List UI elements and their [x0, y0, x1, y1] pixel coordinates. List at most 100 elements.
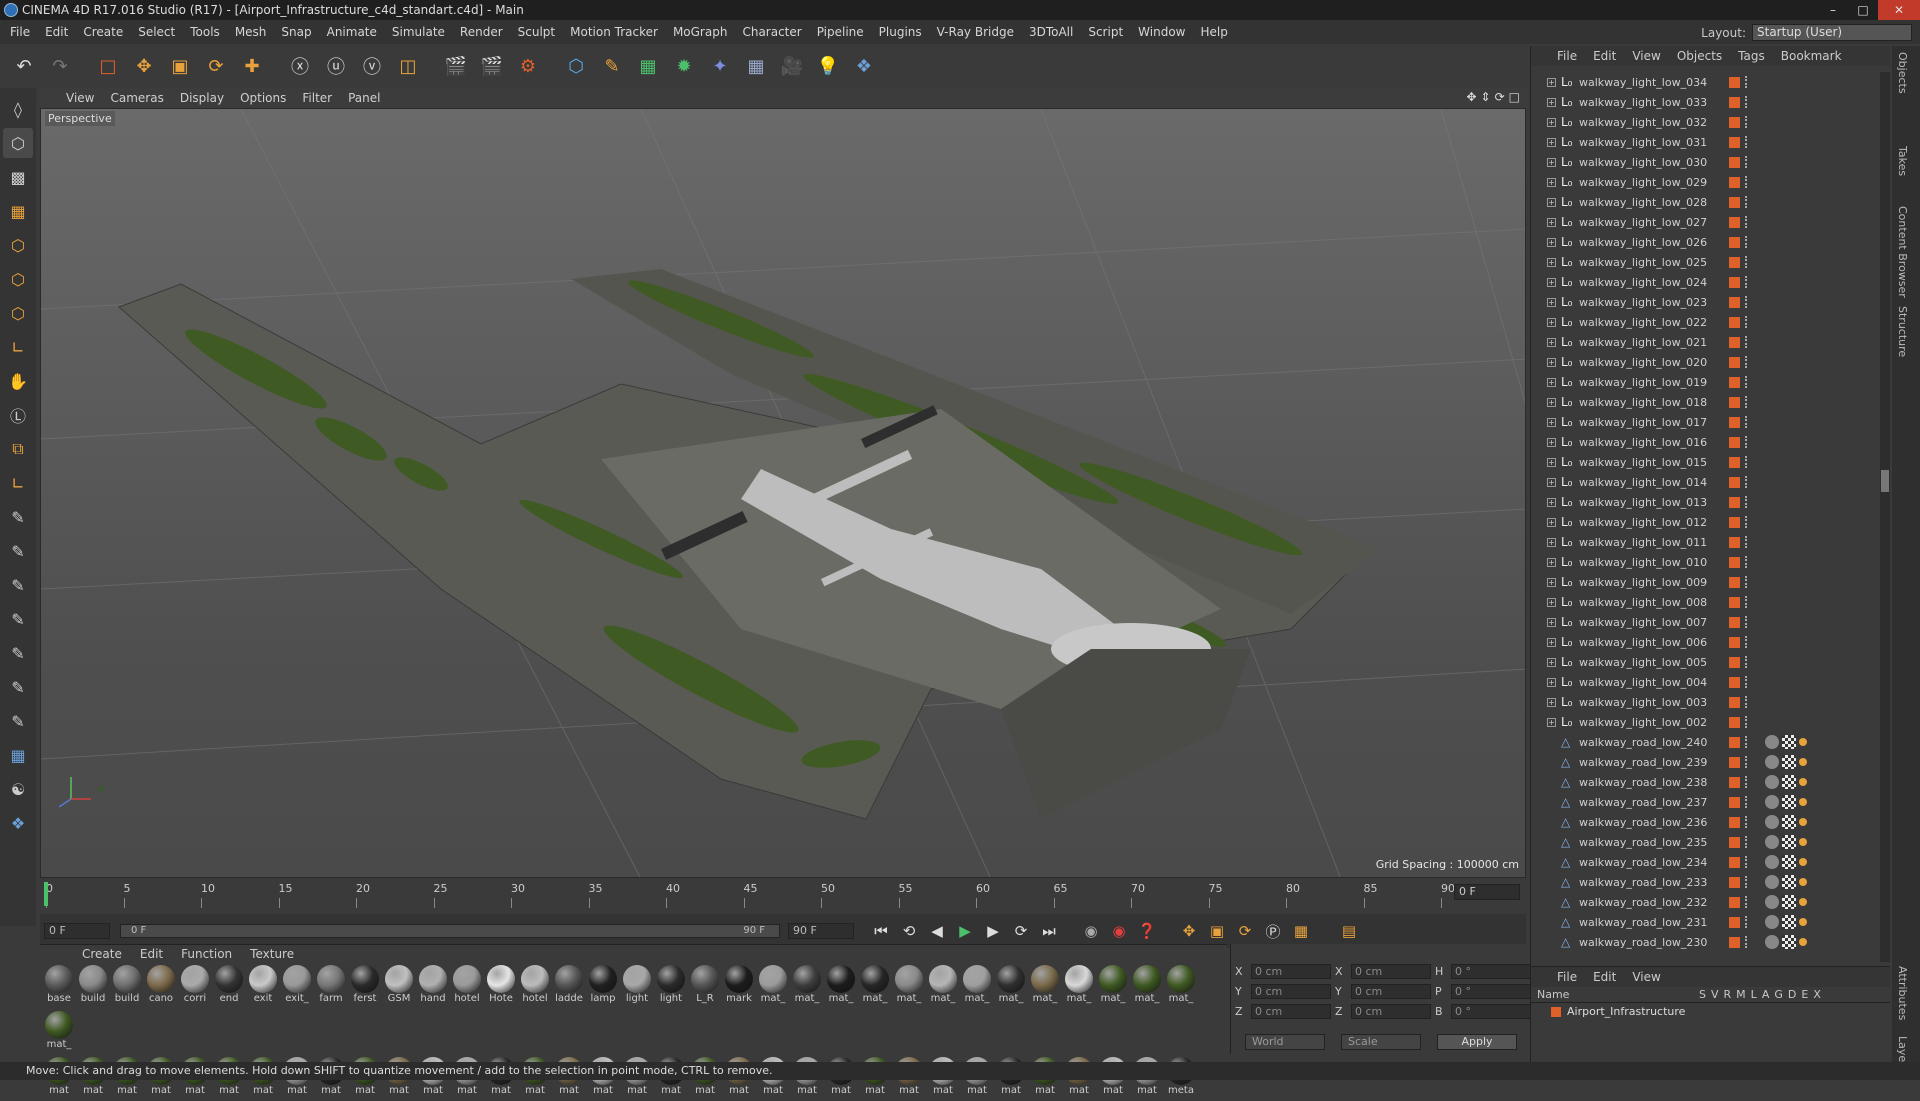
menu-file[interactable]: File	[10, 25, 30, 39]
object-menu-objects[interactable]: Objects	[1677, 49, 1722, 63]
visibility-dots-icon[interactable]	[1745, 576, 1749, 588]
object-row[interactable]: △ walkway_road_low_231	[1531, 912, 1881, 932]
material-swatch[interactable]: exit_	[280, 963, 314, 1009]
visibility-dots-icon[interactable]	[1745, 596, 1749, 608]
pos-x-field[interactable]: 0 cm	[1251, 964, 1331, 979]
layer-row[interactable]: Airport_Infrastructure	[1531, 1003, 1890, 1021]
material-swatch[interactable]: mat_	[1062, 963, 1096, 1009]
subdivision-icon[interactable]: ▦	[632, 50, 664, 82]
previous-key-icon[interactable]: ⟲	[896, 918, 922, 944]
visibility-dots-icon[interactable]	[1745, 536, 1749, 548]
object-row[interactable]: + L₀ walkway_light_low_020	[1531, 352, 1881, 372]
expand-icon[interactable]: +	[1547, 717, 1556, 727]
redo-icon[interactable]: ↷	[44, 50, 76, 82]
pen-icon[interactable]: ✎	[596, 50, 628, 82]
expand-icon[interactable]: +	[1547, 557, 1556, 567]
material-menu-create[interactable]: Create	[82, 947, 122, 961]
coordinate-system-icon[interactable]: ◫	[392, 50, 424, 82]
next-key-icon[interactable]: ⟳	[1008, 918, 1034, 944]
keyframe-selection-icon[interactable]: ❓	[1134, 918, 1160, 944]
material-swatch[interactable]: mat_	[1096, 963, 1130, 1009]
viewport-menu-view[interactable]: View	[66, 91, 94, 105]
expand-icon[interactable]: +	[1547, 457, 1556, 467]
expand-icon[interactable]: +	[1547, 77, 1556, 87]
expand-icon[interactable]: +	[1547, 657, 1556, 667]
material-swatch[interactable]: lamp	[586, 963, 620, 1009]
menu-mesh[interactable]: Mesh	[235, 25, 267, 39]
sculpt-brush-icon[interactable]: ✎	[3, 502, 33, 532]
phong-tag-icon[interactable]	[1799, 738, 1807, 746]
magnet-icon[interactable]: ☯	[3, 774, 33, 804]
menu-pipeline[interactable]: Pipeline	[817, 25, 864, 39]
sculpt-smooth-icon[interactable]: ✎	[3, 570, 33, 600]
cloner-icon[interactable]: ✹	[668, 50, 700, 82]
visibility-dots-icon[interactable]	[1745, 276, 1749, 288]
visibility-dots-icon[interactable]	[1745, 256, 1749, 268]
phong-tag-icon[interactable]	[1799, 898, 1807, 906]
transform-icon[interactable]: ✚	[236, 50, 268, 82]
material-swatch[interactable]: ladde	[552, 963, 586, 1009]
phong-tag-icon[interactable]	[1799, 758, 1807, 766]
expand-icon[interactable]: +	[1547, 617, 1556, 627]
rotate-icon[interactable]: ⟳	[200, 50, 232, 82]
apply-button[interactable]: Apply	[1437, 1034, 1517, 1050]
material-tag-icon[interactable]	[1765, 835, 1779, 849]
material-tag-icon[interactable]	[1765, 795, 1779, 809]
phong-tag-icon[interactable]	[1799, 838, 1807, 846]
perspective-viewport[interactable]: Perspective Grid Spacing : 100000 cm	[40, 108, 1526, 878]
material-swatch[interactable]: mat_	[42, 1009, 76, 1055]
layout-dropdown[interactable]: Startup (User)	[1752, 24, 1912, 41]
material-tag-icon[interactable]	[1765, 735, 1779, 749]
z-axis-icon[interactable]: ⓥ	[356, 50, 388, 82]
visibility-dots-icon[interactable]	[1745, 656, 1749, 668]
object-row[interactable]: + L₀ walkway_light_low_032	[1531, 112, 1881, 132]
sculpt-grab-icon[interactable]: ✎	[3, 672, 33, 702]
object-row[interactable]: + L₀ walkway_light_low_033	[1531, 92, 1881, 112]
menu-help[interactable]: Help	[1200, 25, 1227, 39]
layer-col-e[interactable]: E	[1801, 988, 1808, 1001]
material-swatch[interactable]: cano	[144, 963, 178, 1009]
object-row[interactable]: + L₀ walkway_light_low_014	[1531, 472, 1881, 492]
points-mode-icon[interactable]: ⬡	[3, 230, 33, 260]
expand-icon[interactable]: +	[1547, 277, 1556, 287]
object-row[interactable]: + L₀ walkway_light_low_034	[1531, 72, 1881, 92]
side-tab-content-browser[interactable]: Content Browser	[1896, 206, 1909, 298]
phong-tag-icon[interactable]	[1799, 878, 1807, 886]
go-to-start-icon[interactable]: ⏮	[868, 918, 894, 944]
phong-tag-icon[interactable]	[1799, 778, 1807, 786]
rot-b-field[interactable]: 0 °	[1451, 1004, 1531, 1019]
object-row[interactable]: + L₀ walkway_light_low_029	[1531, 172, 1881, 192]
layer-menu-view[interactable]: View	[1632, 970, 1660, 984]
go-to-end-icon[interactable]: ⏭	[1036, 918, 1062, 944]
scale-icon[interactable]: ▣	[164, 50, 196, 82]
texture-tag-icon[interactable]	[1782, 875, 1796, 889]
menu-select[interactable]: Select	[138, 25, 175, 39]
object-row[interactable]: + L₀ walkway_light_low_021	[1531, 332, 1881, 352]
viewport-layout-icon[interactable]: □	[1509, 90, 1520, 104]
pos-z-field[interactable]: 0 cm	[1251, 1004, 1331, 1019]
expand-icon[interactable]: +	[1547, 297, 1556, 307]
object-menu-file[interactable]: File	[1557, 49, 1577, 63]
model-mode-icon[interactable]: ⬡	[3, 128, 33, 158]
visibility-dots-icon[interactable]	[1745, 756, 1749, 768]
material-menu-edit[interactable]: Edit	[140, 947, 163, 961]
world-dropdown[interactable]: World	[1245, 1034, 1325, 1050]
move-icon[interactable]: ✥	[128, 50, 160, 82]
tweak-icon[interactable]: ✋	[3, 366, 33, 396]
key-parameter-icon[interactable]: Ⓟ	[1260, 918, 1286, 944]
visibility-dots-icon[interactable]	[1745, 736, 1749, 748]
record-keys-icon[interactable]: ◉	[1078, 918, 1104, 944]
expand-icon[interactable]: +	[1547, 417, 1556, 427]
menu-plugins[interactable]: Plugins	[879, 25, 922, 39]
layer-col-g[interactable]: G	[1774, 988, 1783, 1001]
layout-selector[interactable]: Layout: Startup (User)	[1701, 24, 1912, 41]
side-tab-attributes[interactable]: Attributes	[1896, 966, 1909, 1020]
expand-icon[interactable]: +	[1547, 397, 1556, 407]
object-row[interactable]: + L₀ walkway_light_low_028	[1531, 192, 1881, 212]
material-swatch[interactable]: hotel	[450, 963, 484, 1009]
expand-icon[interactable]: +	[1547, 517, 1556, 527]
material-swatch[interactable]: exit	[246, 963, 280, 1009]
expand-icon[interactable]: +	[1547, 477, 1556, 487]
expand-icon[interactable]: +	[1547, 117, 1556, 127]
expand-icon[interactable]: +	[1547, 437, 1556, 447]
